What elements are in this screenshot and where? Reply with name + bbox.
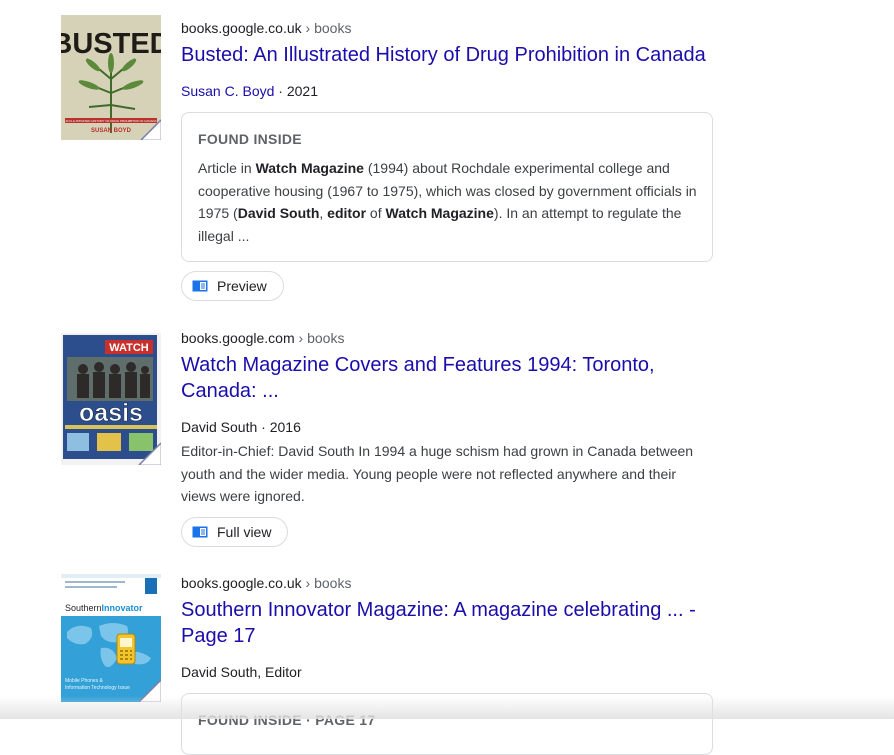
- book-icon: [192, 280, 208, 292]
- cover-masthead: WATCH: [109, 342, 149, 354]
- result-meta: David South, Editor: [181, 664, 302, 680]
- url-breadcrumb: › books: [305, 20, 352, 36]
- result-meta: Susan C. Boyd · 2021: [181, 83, 318, 99]
- url-breadcrumb: › books: [305, 575, 352, 591]
- book-cover-thumbnail[interactable]: WATCH oasis: [61, 333, 161, 465]
- author-link[interactable]: Susan C. Boyd: [181, 83, 274, 99]
- preview-button-label: Preview: [217, 278, 267, 294]
- cover-tagline: AN ILLUSTRATED HISTORY OF DRUG PROHIBITI…: [65, 119, 156, 123]
- snippet-highlight: Watch Magazine: [255, 160, 364, 176]
- cover-subtitle-2: Information Technology Issue: [65, 685, 130, 691]
- cover-subtitle-1: Mobile Phones &: [65, 678, 103, 684]
- url-breadcrumb: › books: [298, 330, 345, 346]
- result-title-link[interactable]: Southern Innovator Magazine: A magazine …: [181, 597, 721, 649]
- busted-cover-image: BUSTED AN ILLUSTRATED HISTORY OF DRUG PR…: [61, 15, 161, 140]
- full-view-button[interactable]: Full view: [181, 517, 289, 547]
- found-inside-box: FOUND INSIDE Article in Watch Magazine (…: [181, 112, 713, 262]
- result-snippet: Editor-in-Chief: David South In 1994 a h…: [181, 443, 694, 504]
- url-domain: books.google.co.uk: [181, 575, 302, 591]
- book-cover-thumbnail[interactable]: BUSTED AN ILLUSTRATED HISTORY OF DRUG PR…: [61, 15, 161, 140]
- full-view-button-label: Full view: [217, 524, 272, 540]
- author-name: David South, Editor: [181, 664, 302, 680]
- publish-year: · 2021: [278, 83, 318, 99]
- url-domain: books.google.com: [181, 330, 295, 346]
- result-meta: David South · 2016: [181, 419, 301, 435]
- snippet-highlight: editor: [327, 205, 367, 221]
- result-title-link[interactable]: Busted: An Illustrated History of Drug P…: [181, 42, 721, 68]
- cover-brand-part-2: Innovator: [102, 603, 143, 613]
- southern-innovator-cover-image: SouthernInnovator Mobile Phones & Inform…: [61, 572, 161, 702]
- snippet-text: of: [366, 205, 386, 221]
- preview-button[interactable]: Preview: [181, 271, 284, 301]
- result-title-link[interactable]: Watch Magazine Covers and Features 1994:…: [181, 352, 681, 404]
- snippet-highlight: Watch Magazine: [385, 205, 494, 221]
- cover-brand: SouthernInnovator: [65, 603, 143, 613]
- result-url[interactable]: books.google.co.uk › books: [181, 575, 351, 591]
- found-inside-snippet: Article in Watch Magazine (1994) about R…: [198, 157, 698, 247]
- watch-magazine-cover-image: WATCH oasis: [61, 333, 161, 465]
- snippet-text: ,: [319, 205, 328, 221]
- url-domain: books.google.co.uk: [181, 20, 302, 36]
- snippet-highlight: David South: [237, 205, 320, 221]
- cover-author: SUSAN BOYD: [91, 128, 132, 134]
- snippet-text: Article in: [198, 160, 256, 176]
- bottom-fade: [0, 696, 894, 719]
- cover-brand-part-1: Southern: [65, 603, 102, 613]
- author-name: David South: [181, 419, 258, 435]
- found-inside-label: FOUND INSIDE: [198, 131, 302, 147]
- book-icon: [192, 526, 208, 538]
- publish-year: · 2016: [261, 419, 301, 435]
- result-url[interactable]: books.google.co.uk › books: [181, 20, 351, 36]
- book-cover-thumbnail[interactable]: SouthernInnovator Mobile Phones & Inform…: [61, 572, 161, 702]
- cover-line: oasis: [79, 399, 143, 427]
- result-url[interactable]: books.google.com › books: [181, 330, 344, 346]
